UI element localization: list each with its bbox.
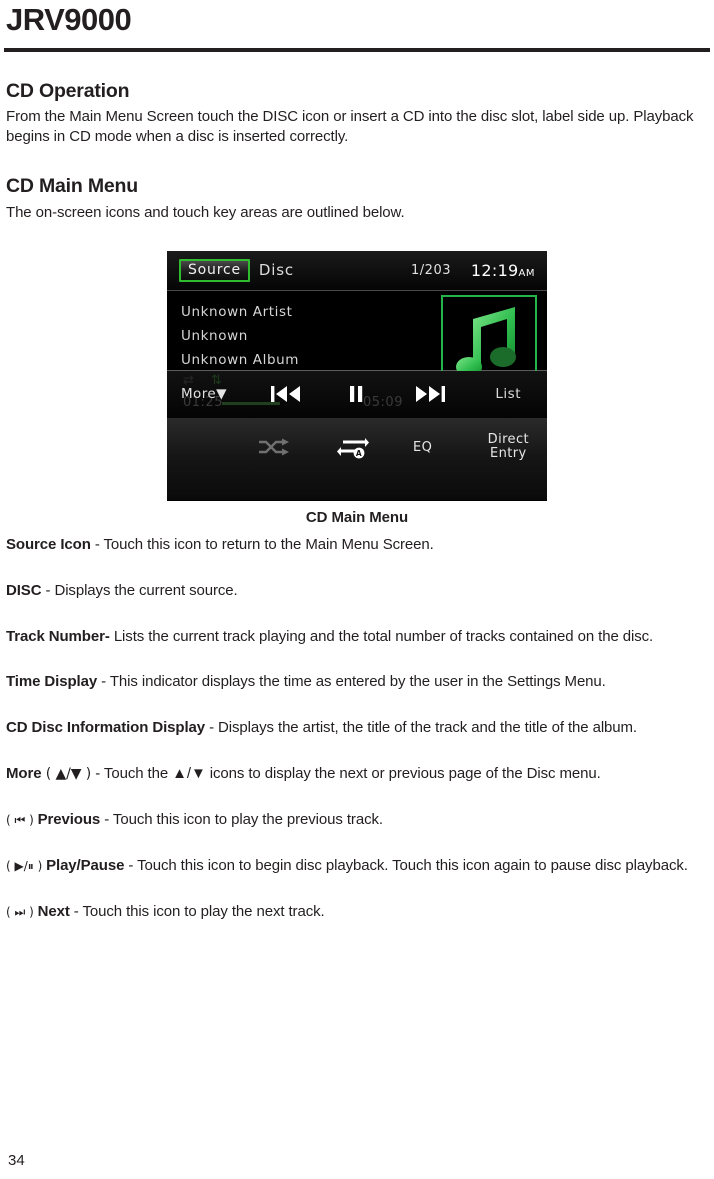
glossary-term-prefix: ( ⏮ ) bbox=[6, 813, 38, 828]
direct-entry-line-1: Direct bbox=[487, 431, 529, 447]
device-transport-bar: ⇄ ⇅ 01:25 05:09 More▼ List bbox=[167, 370, 547, 419]
next-track-button[interactable] bbox=[415, 385, 447, 403]
header-divider bbox=[4, 48, 710, 52]
glossary-description: - Displays the current source. bbox=[41, 581, 238, 599]
glossary-entry-play-pause: ( ▶/⏸ ) Play/Pause - Touch this icon to … bbox=[6, 856, 708, 876]
previous-icon bbox=[271, 386, 300, 403]
glossary-term: Source Icon bbox=[6, 535, 91, 553]
more-label: More bbox=[181, 386, 217, 403]
glossary-entry-next: ( ⏭ ) Next - Touch this icon to play the… bbox=[6, 902, 708, 922]
glossary-description: - Touch this icon to begin disc playback… bbox=[124, 857, 688, 875]
repeat-all-icon: A bbox=[337, 437, 369, 459]
page-header: JRV9000 bbox=[0, 0, 714, 46]
section-body-cd-main-menu: The on-screen icons and touch key areas … bbox=[6, 203, 405, 221]
list-button[interactable]: List bbox=[495, 386, 521, 402]
glossary-entry-more: More ( ▲/▼ ) - Touch the ▲/▼ icons to di… bbox=[6, 764, 708, 784]
device-disc-info: Unknown Artist Unknown Unknown Album bbox=[167, 291, 547, 379]
glossary-term-prefix: ( ▶/⏸ ) bbox=[6, 859, 47, 874]
glossary-entry-previous: ( ⏮ ) Previous - Touch this icon to play… bbox=[6, 810, 708, 830]
glossary-description: - Touch this icon to play the next track… bbox=[69, 903, 325, 921]
glossary-description: - Touch this icon to return to the Main … bbox=[90, 535, 434, 553]
disc-source-label: Disc bbox=[258, 261, 294, 280]
svg-text:A: A bbox=[356, 449, 362, 458]
time-display: 12:19AM bbox=[471, 261, 535, 280]
shuffle-button[interactable] bbox=[257, 437, 291, 457]
glossary-entry-cd-disc-information-display: CD Disc Information Display - Displays t… bbox=[6, 718, 708, 738]
glossary-term: DISC bbox=[6, 581, 42, 599]
glossary-term-prefix: ( ⏭ ) bbox=[6, 905, 38, 920]
glossary-description: - Displays the artist, the title of the … bbox=[205, 719, 637, 737]
shuffle-icon bbox=[259, 438, 289, 456]
eq-button[interactable]: EQ bbox=[413, 440, 432, 455]
direct-entry-button[interactable]: Direct Entry bbox=[487, 431, 529, 461]
figure-cd-main-menu: Source Disc 1/203 12:19AM Unknown Artist… bbox=[6, 250, 708, 526]
total-time: 05:09 bbox=[363, 394, 403, 410]
pause-icon bbox=[350, 386, 363, 403]
glossary-description: Lists the current track playing and the … bbox=[109, 627, 654, 645]
glossary-description: - This indicator displays the time as en… bbox=[97, 673, 606, 691]
chevron-down-icon: ▼ bbox=[216, 386, 227, 403]
music-note-icon bbox=[456, 306, 516, 377]
time-ampm: AM bbox=[518, 267, 535, 279]
track-number: 1/203 bbox=[411, 262, 451, 278]
section-body-cd-operation: From the Main Menu Screen touch the DISC… bbox=[6, 108, 694, 146]
glossary-entry-track-number: Track Number- Lists the current track pl… bbox=[6, 627, 708, 647]
more-button[interactable]: More▼ bbox=[181, 386, 227, 402]
play-pause-button[interactable] bbox=[348, 385, 364, 403]
device-top-bar: Source Disc 1/203 12:19AM bbox=[167, 250, 547, 291]
glossary-term: Next bbox=[37, 903, 70, 921]
glossary-term: Previous bbox=[37, 811, 101, 829]
source-button[interactable]: Source bbox=[179, 258, 250, 282]
next-icon bbox=[416, 386, 445, 403]
glossary-description: - Touch this icon to play the previous t… bbox=[100, 811, 383, 829]
glossary-term: CD Disc Information Display bbox=[6, 719, 206, 737]
page-content: CD Operation From the Main Menu Screen t… bbox=[0, 80, 714, 922]
album-art-placeholder bbox=[441, 294, 537, 379]
page-number: 34 bbox=[8, 1152, 25, 1169]
glossary-entry-disc: DISC - Displays the current source. bbox=[6, 581, 708, 601]
device-screen: Source Disc 1/203 12:19AM Unknown Artist… bbox=[167, 250, 547, 501]
glossary-term: Track Number- bbox=[6, 627, 110, 645]
glossary-term: Play/Pause bbox=[46, 857, 125, 875]
glossary-entry-time-display: Time Display - This indicator displays t… bbox=[6, 672, 708, 692]
previous-track-button[interactable] bbox=[270, 385, 302, 403]
glossary-term: Time Display bbox=[6, 673, 98, 691]
device-function-bar: A EQ Direct Entry bbox=[167, 418, 547, 500]
repeat-button[interactable]: A bbox=[335, 437, 369, 459]
glossary-entry-source-icon: Source Icon - Touch this icon to return … bbox=[6, 535, 708, 555]
figure-caption: CD Main Menu bbox=[305, 508, 409, 526]
glossary-term-suffix: ( ▲/▼ ) bbox=[41, 766, 92, 783]
glossary-description: - Touch the ▲/▼ icons to display the nex… bbox=[91, 765, 601, 783]
time-value: 12:19 bbox=[470, 260, 519, 280]
section-heading-cd-operation: CD Operation bbox=[6, 80, 130, 102]
glossary-term: More bbox=[6, 765, 42, 783]
model-title: JRV9000 bbox=[6, 2, 132, 37]
direct-entry-line-2: Entry bbox=[490, 445, 527, 461]
section-heading-cd-main-menu: CD Main Menu bbox=[6, 175, 138, 198]
